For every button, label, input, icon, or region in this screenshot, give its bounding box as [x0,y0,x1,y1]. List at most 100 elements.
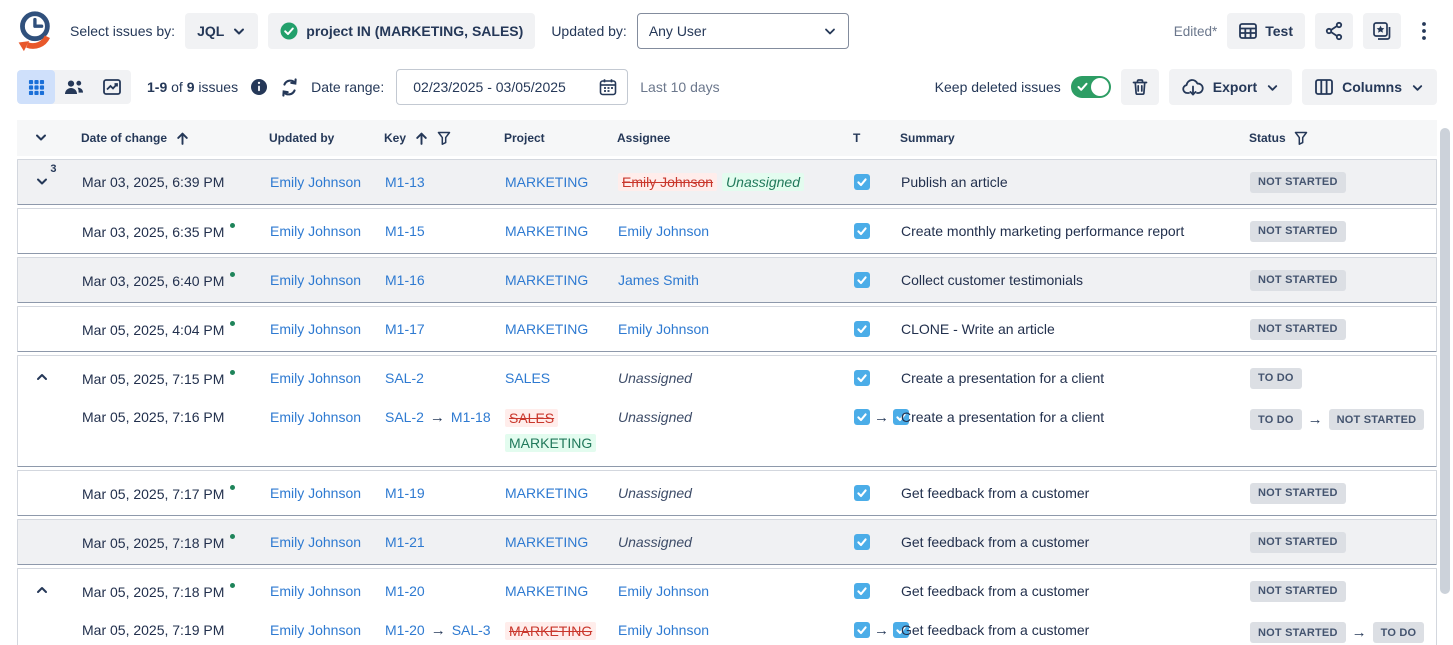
row-expander-button[interactable] [33,368,51,389]
issue-key-link[interactable]: M1-19 [385,485,425,501]
share-icon [1324,21,1344,41]
change-arrow-icon: → [874,623,889,638]
filter-icon[interactable] [437,131,451,145]
delete-report-button[interactable] [1121,69,1159,105]
updated-by-link[interactable]: Emily Johnson [270,534,361,550]
table-row-card[interactable]: Mar 03, 2025, 6:40 PMEmily JohnsonM1-16M… [17,257,1437,303]
saved-reports-button[interactable] [1363,13,1401,49]
table-header: Date of change Updated by Key Project As… [17,120,1437,156]
project-link[interactable]: MARKETING [505,272,588,288]
date-range-hint: Last 10 days [640,79,719,95]
project-link[interactable]: MARKETING [505,583,588,599]
issue-key-link[interactable]: M1-18 [451,409,491,425]
calendar-icon[interactable] [599,78,617,96]
unread-dot [230,321,235,326]
jql-query-chip[interactable]: project IN (MARKETING, SALES) [268,13,535,49]
issue-key-link[interactable]: M1-15 [385,223,425,239]
col-status[interactable]: Status [1249,131,1286,145]
issue-key-link[interactable]: M1-20 [385,583,425,599]
trash-icon [1131,78,1149,96]
project-link[interactable]: MARKETING [505,485,588,501]
export-button[interactable]: Export [1169,69,1292,105]
assignee-unassigned: Unassigned [618,370,692,386]
updated-by-link[interactable]: Emily Johnson [270,409,361,425]
updated-by-link[interactable]: Emily Johnson [270,223,361,239]
updated-by-link[interactable]: Emily Johnson [270,321,361,337]
info-icon[interactable] [250,78,268,96]
assignee-link[interactable]: Emily Johnson [618,223,709,239]
vertical-scrollbar[interactable] [1440,128,1450,594]
expand-all-button[interactable] [32,128,50,149]
share-button[interactable] [1315,13,1353,49]
project-link[interactable]: MARKETING [505,223,588,239]
status-badge: NOT STARTED [1250,270,1346,291]
sort-asc-icon[interactable] [414,131,429,146]
chevron-down-icon [232,24,246,38]
table-row-card[interactable]: Mar 05, 2025, 4:04 PMEmily JohnsonM1-17M… [17,306,1437,352]
project-link[interactable]: SALES [505,370,550,386]
updated-by-link[interactable]: Emily Johnson [270,272,361,288]
col-key[interactable]: Key [384,131,406,145]
project-link[interactable]: MARKETING [505,321,588,337]
issue-key-link[interactable]: M1-21 [385,534,425,550]
table-row-card[interactable]: Mar 05, 2025, 7:18 PMEmily Johnson M1-21 M… [17,519,1437,565]
updated-by-link[interactable]: Emily Johnson [270,485,361,501]
row-expander-button[interactable]: 3 [33,172,51,193]
view-toggle-table[interactable] [17,70,55,104]
issue-key-link[interactable]: SAL-3 [452,622,491,638]
updated-by-link[interactable]: Emily Johnson [270,174,361,190]
assignee-link[interactable]: Emily Johnson [618,321,709,337]
date-of-change: Mar 05, 2025, 7:16 PM [65,409,270,425]
table-row-card[interactable]: Mar 03, 2025, 6:35 PMEmily JohnsonM1-15M… [17,208,1437,254]
issue-key-link[interactable]: M1-13 [385,174,425,190]
updated-by-link[interactable]: Emily Johnson [270,583,361,599]
chevron-down-icon [1411,81,1424,94]
date-of-change: Mar 05, 2025, 7:18 PM [65,534,270,551]
change-arrow-icon: → [1352,625,1367,640]
date-range-input[interactable]: 02/23/2025 - 03/05/2025 [396,69,628,105]
assignee-link[interactable]: James Smith [618,272,699,288]
issues-count: 1-9 of 9 issues [147,79,238,95]
issue-key-link[interactable]: M1-20 [385,622,425,638]
summary-text: Get feedback from a customer [901,534,1250,550]
date-of-change: Mar 03, 2025, 6:39 PM [65,174,270,190]
row-expander-button[interactable] [33,581,51,602]
report-name-button[interactable]: Test [1227,13,1305,49]
table-row-card[interactable]: Mar 05, 2025, 7:18 PMEmily JohnsonM1-20M… [17,568,1437,645]
col-updated-by[interactable]: Updated by [269,131,334,145]
table-row-card[interactable]: Mar 05, 2025, 7:17 PMEmily JohnsonM1-19M… [17,470,1437,516]
issue-key-link[interactable]: M1-16 [385,272,425,288]
columns-button[interactable]: Columns [1302,69,1437,105]
task-type-icon [854,534,870,550]
view-toggle-chart[interactable] [93,70,131,104]
col-type[interactable]: T [853,131,860,145]
project-link[interactable]: MARKETING [505,174,588,190]
view-toggle-users[interactable] [55,70,93,104]
assignee-link[interactable]: Emily Johnson [618,583,709,599]
col-summary[interactable]: Summary [900,131,955,145]
project-link[interactable]: MARKETING [505,534,588,550]
more-menu-button[interactable] [1411,13,1437,49]
select-issues-by-label: Select issues by: [70,23,175,39]
updated-by-link[interactable]: Emily Johnson [270,622,361,638]
table-row-card[interactable]: 3 Mar 03, 2025, 6:39 PMEmily Johnson M1-13… [17,159,1437,205]
issue-key-link[interactable]: SAL-2 [385,370,424,386]
jql-query-text: project IN (MARKETING, SALES) [306,23,523,39]
assignee-link[interactable]: Emily Johnson [618,622,709,638]
updated-by-link[interactable]: Emily Johnson [270,370,361,386]
col-project[interactable]: Project [504,131,545,145]
jql-mode-dropdown[interactable]: JQL [185,13,258,49]
issue-history-app: Select issues by: JQL project IN (MARKET… [0,0,1453,645]
sort-asc-icon[interactable] [175,131,190,146]
status-badge: NOT STARTED [1250,172,1346,193]
unread-dot [230,583,235,588]
updated-by-select[interactable]: Any User [637,13,849,49]
col-assignee[interactable]: Assignee [617,131,670,145]
table-row-card[interactable]: Mar 05, 2025, 7:15 PMEmily JohnsonSAL-2S… [17,355,1437,467]
filter-icon[interactable] [1294,131,1308,145]
refresh-icon[interactable] [280,78,299,97]
keep-deleted-toggle[interactable] [1071,76,1111,98]
col-date-of-change[interactable]: Date of change [81,131,167,145]
issue-key-link[interactable]: M1-17 [385,321,425,337]
issue-key-link[interactable]: SAL-2 [385,409,424,425]
